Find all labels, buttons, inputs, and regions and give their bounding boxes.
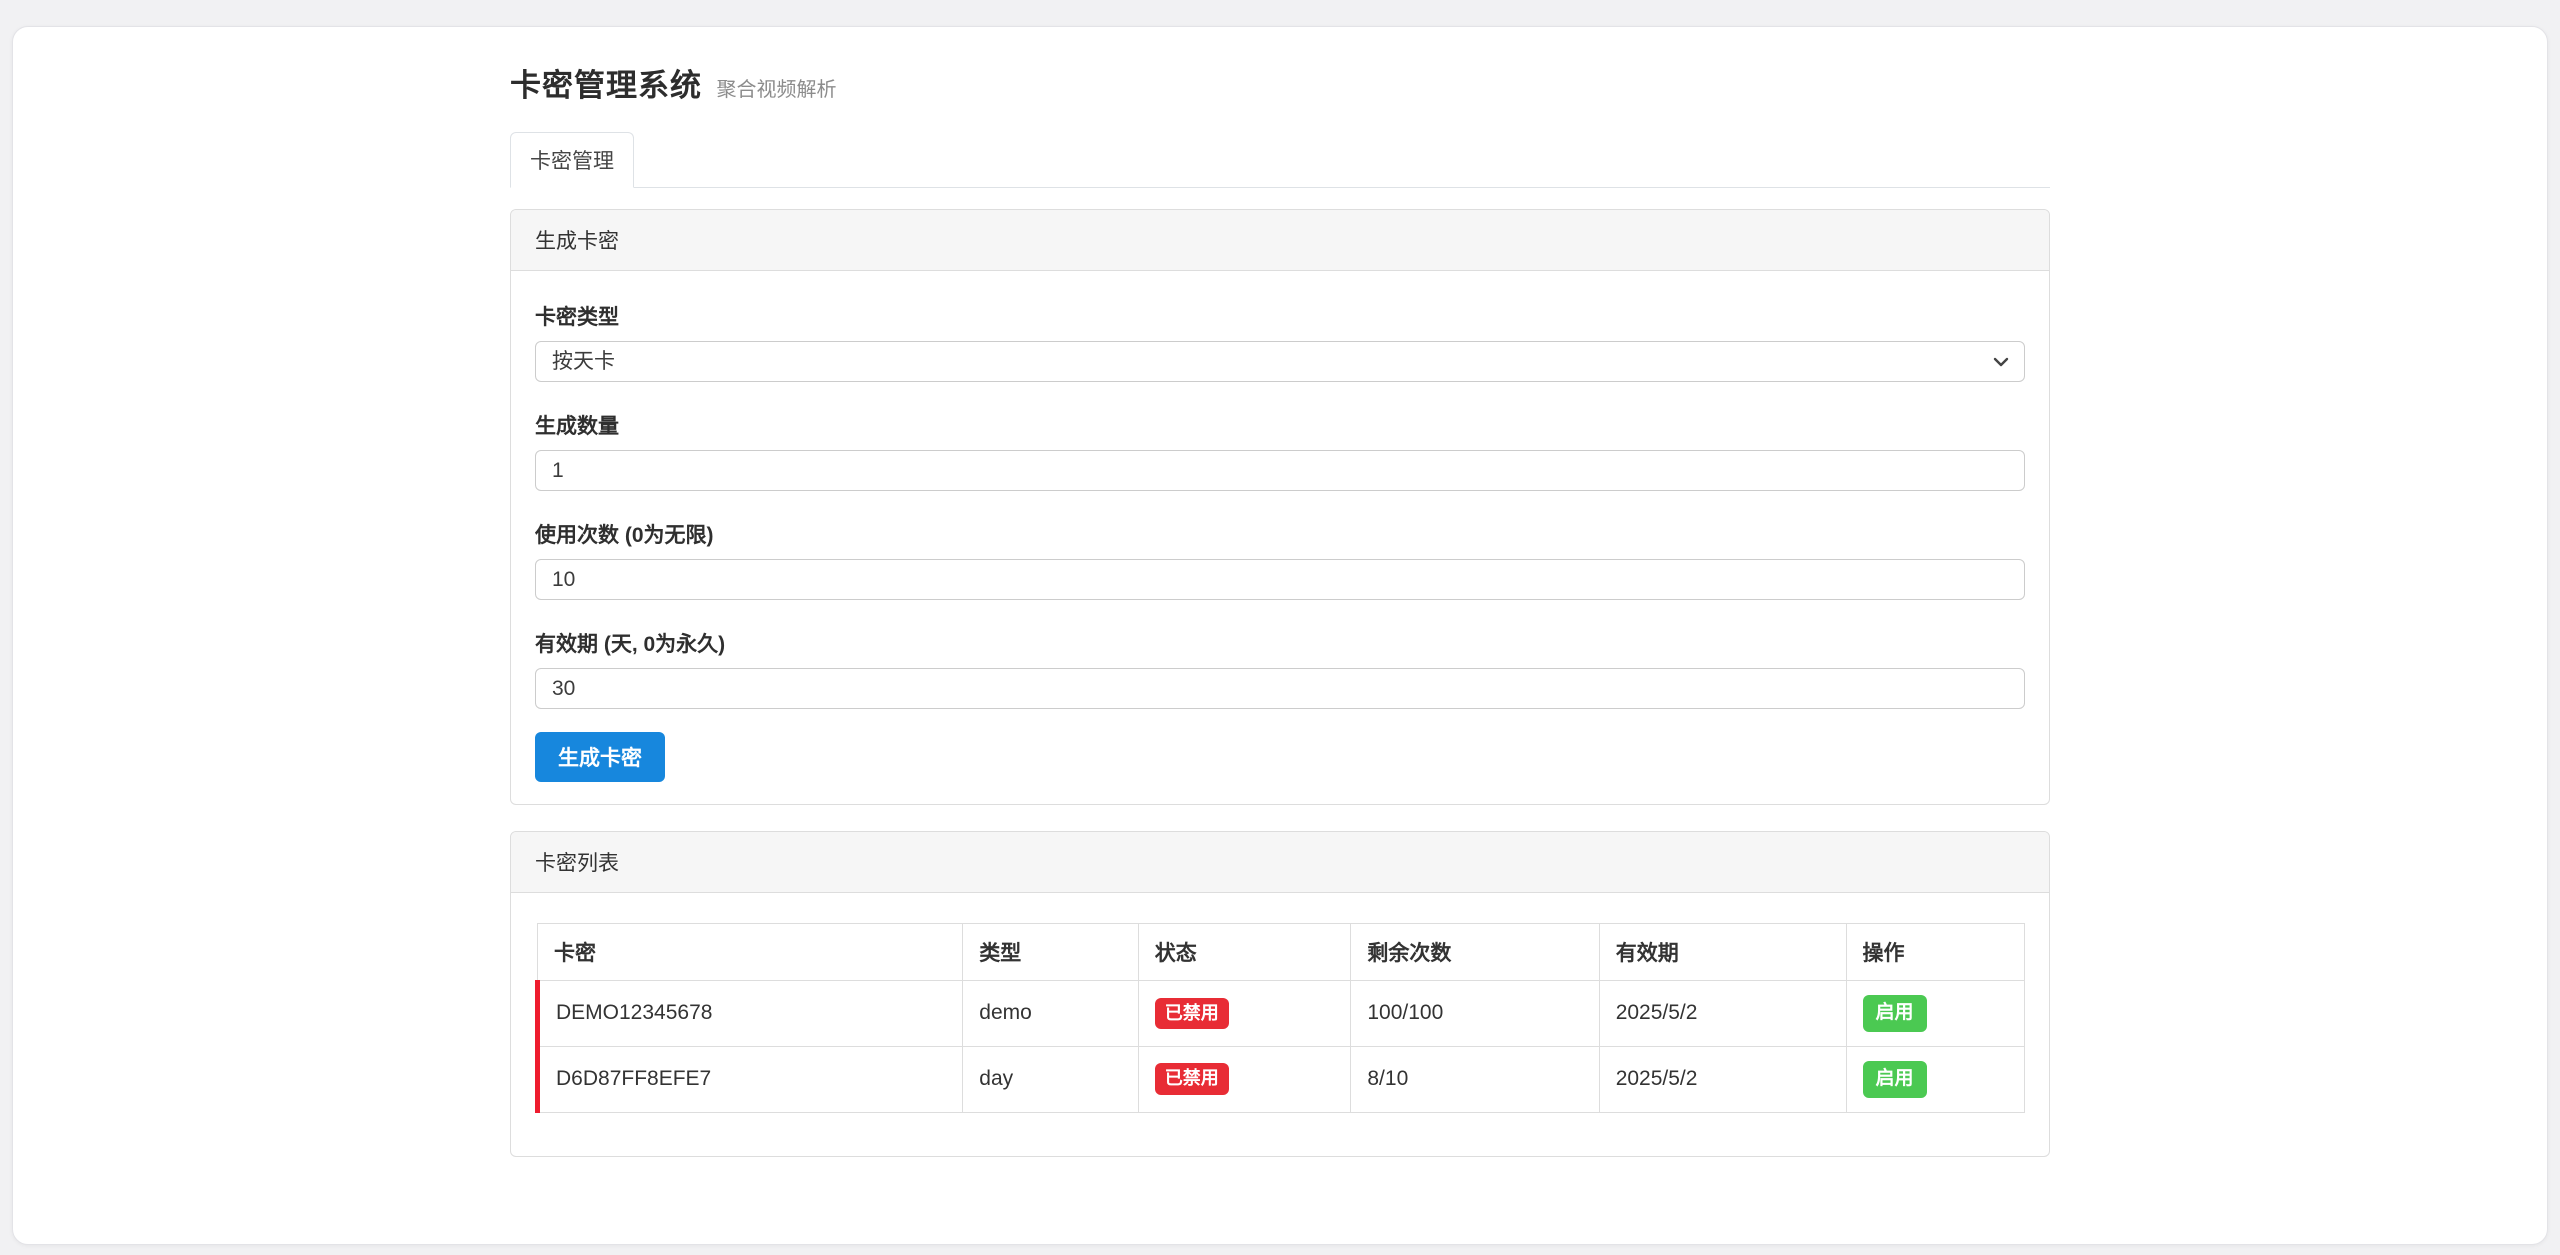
validity-label: 有效期 (天, 0为永久) [535,628,2025,658]
col-header-remaining: 剩余次数 [1351,924,1599,981]
validity-input[interactable] [535,668,2025,709]
card-key-table: 卡密 类型 状态 剩余次数 有效期 操作 DEMO12345678 demo [535,923,2025,1113]
table-row: D6D87FF8EFE7 day 已禁用 8/10 2025/5/2 启用 [538,1046,2025,1112]
generate-button[interactable]: 生成卡密 [535,732,665,782]
quantity-input[interactable] [535,450,2025,491]
usage-count-label: 使用次数 (0为无限) [535,519,2025,549]
generate-panel-body: 卡密类型 按天卡 生成数量 使用次数 (0为无限) [511,271,2049,804]
cell-expires: 2025/5/2 [1599,981,1846,1047]
quantity-label: 生成数量 [535,410,2025,440]
cell-key: DEMO12345678 [538,981,963,1047]
cell-actions: 启用 [1846,1046,2024,1112]
card-type-select-wrap: 按天卡 [535,341,2025,382]
cell-status: 已禁用 [1138,981,1351,1047]
cell-type: demo [963,981,1138,1047]
quantity-group: 生成数量 [535,410,2025,491]
col-header-type: 类型 [963,924,1138,981]
tab-card-management[interactable]: 卡密管理 [510,132,634,188]
col-header-key: 卡密 [538,924,963,981]
col-header-expires: 有效期 [1599,924,1846,981]
card-type-label: 卡密类型 [535,301,2025,331]
table-row: DEMO12345678 demo 已禁用 100/100 2025/5/2 启… [538,981,2025,1047]
status-badge-disabled: 已禁用 [1155,998,1229,1030]
list-panel-header: 卡密列表 [511,832,2049,893]
col-header-actions: 操作 [1846,924,2024,981]
card-type-select[interactable]: 按天卡 [535,341,2025,382]
card-type-group: 卡密类型 按天卡 [535,301,2025,382]
cell-actions: 启用 [1846,981,2024,1047]
col-header-status: 状态 [1138,924,1351,981]
validity-group: 有效期 (天, 0为永久) [535,628,2025,709]
cell-type: day [963,1046,1138,1112]
enable-button[interactable]: 启用 [1863,1061,1927,1098]
cell-expires: 2025/5/2 [1599,1046,1846,1112]
page-subtitle: 聚合视频解析 [716,79,836,101]
cell-remaining: 100/100 [1351,981,1599,1047]
enable-button[interactable]: 启用 [1863,995,1927,1032]
generate-panel: 生成卡密 卡密类型 按天卡 生成数量 [510,209,2050,805]
cell-remaining: 8/10 [1351,1046,1599,1112]
page-header: 卡密管理系统 聚合视频解析 [510,60,2050,105]
list-panel: 卡密列表 卡密 类型 状态 剩余次数 有效期 操作 [510,831,2050,1157]
main-container: 卡密管理系统 聚合视频解析 卡密管理 生成卡密 卡密类型 按天卡 [510,27,2050,1157]
status-badge-disabled: 已禁用 [1155,1063,1229,1095]
tab-bar: 卡密管理 [510,132,2050,188]
cell-status: 已禁用 [1138,1046,1351,1112]
table-header-row: 卡密 类型 状态 剩余次数 有效期 操作 [538,924,2025,981]
page-card: 卡密管理系统 聚合视频解析 卡密管理 生成卡密 卡密类型 按天卡 [12,26,2548,1245]
page-title: 卡密管理系统 [510,68,702,103]
usage-count-input[interactable] [535,559,2025,600]
generate-panel-header: 生成卡密 [511,210,2049,271]
cell-key: D6D87FF8EFE7 [538,1046,963,1112]
list-panel-body: 卡密 类型 状态 剩余次数 有效期 操作 DEMO12345678 demo [511,893,2049,1156]
usage-count-group: 使用次数 (0为无限) [535,519,2025,600]
